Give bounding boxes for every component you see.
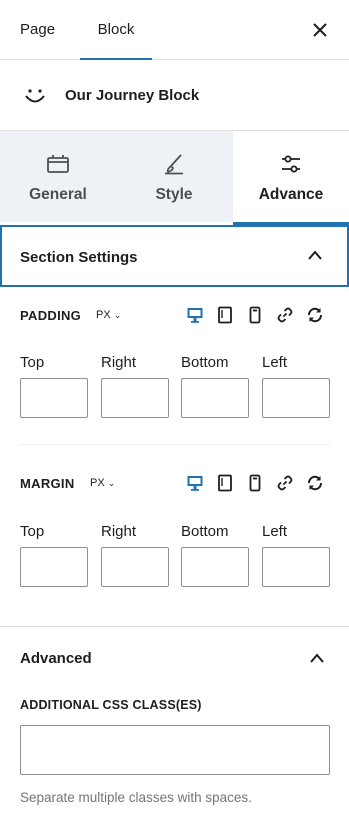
reset-icon[interactable] (306, 306, 324, 324)
padding-top-label: Top (20, 354, 45, 371)
margin-top-label: Top (20, 523, 45, 540)
chevron-up-icon (308, 250, 322, 260)
padding-unit-value: PX (96, 309, 111, 321)
mobile-icon[interactable] (246, 306, 264, 324)
tab-block[interactable]: Block (80, 0, 152, 60)
margin-top-input[interactable] (20, 547, 88, 587)
reset-icon[interactable] (306, 474, 324, 492)
desktop-icon[interactable] (186, 474, 204, 492)
close-icon (313, 23, 327, 37)
section-settings-title: Section Settings (20, 249, 138, 266)
tab-page[interactable]: Page (20, 0, 55, 60)
layout-icon (47, 155, 69, 173)
sliders-icon (282, 155, 300, 173)
padding-bottom-input[interactable] (181, 378, 249, 418)
margin-unit-select[interactable]: PX ⌄ (90, 477, 115, 489)
block-card: Our Journey Block (0, 61, 349, 129)
chevron-up-icon (310, 653, 324, 663)
close-button[interactable] (309, 19, 331, 41)
section-settings-toggle[interactable]: Section Settings (0, 225, 349, 287)
chevron-down-icon: ⌄ (107, 478, 116, 488)
padding-right-input[interactable] (101, 378, 169, 418)
padding-unit-select[interactable]: PX ⌄ (96, 309, 121, 321)
brush-icon (165, 154, 183, 175)
margin-bottom-label: Bottom (181, 523, 229, 540)
css-class-help: Separate multiple classes with spaces. (20, 790, 252, 805)
sidebar-tabs: Page Block (0, 0, 349, 60)
padding-right-label: Right (101, 354, 137, 371)
tab-advance-label: Advance (258, 186, 324, 203)
margin-bottom-input[interactable] (181, 547, 249, 587)
tab-style[interactable]: Style (116, 131, 232, 223)
chevron-down-icon: ⌄ (113, 310, 122, 320)
margin-right-input[interactable] (101, 547, 169, 587)
tab-active-indicator (80, 58, 152, 60)
tab-general[interactable]: General (0, 131, 116, 223)
block-title: Our Journey Block (65, 87, 200, 104)
margin-label: MARGIN (20, 476, 75, 491)
mobile-icon[interactable] (246, 474, 264, 492)
tab-advance[interactable]: Advance (233, 131, 349, 226)
margin-unit-value: PX (90, 477, 105, 489)
tab-block-label: Block (97, 21, 135, 38)
padding-top-input[interactable] (20, 378, 88, 418)
css-class-input[interactable] (20, 725, 330, 775)
padding-left-input[interactable] (262, 378, 330, 418)
settings-category-tabs: General Style Advance (0, 130, 349, 226)
padding-bottom-label: Bottom (181, 354, 229, 371)
advanced-panel-toggle[interactable]: Advanced (0, 628, 349, 688)
tab-general-label: General (29, 186, 87, 203)
divider (20, 444, 330, 445)
padding-device-switcher (186, 306, 332, 324)
padding-left-label: Left (262, 354, 288, 371)
smiley-icon (25, 89, 45, 103)
link-icon[interactable] (276, 306, 294, 324)
desktop-icon[interactable] (186, 306, 204, 324)
tab-style-label: Style (155, 186, 193, 203)
advanced-title: Advanced (20, 650, 92, 667)
panel-divider (0, 626, 349, 627)
tablet-icon[interactable] (216, 306, 234, 324)
margin-right-label: Right (101, 523, 137, 540)
css-class-label: ADDITIONAL CSS CLASS(ES) (20, 698, 202, 712)
margin-left-label: Left (262, 523, 288, 540)
margin-left-input[interactable] (262, 547, 330, 587)
margin-device-switcher (186, 474, 332, 492)
tablet-icon[interactable] (216, 474, 234, 492)
padding-label: PADDING (20, 308, 82, 323)
link-icon[interactable] (276, 474, 294, 492)
